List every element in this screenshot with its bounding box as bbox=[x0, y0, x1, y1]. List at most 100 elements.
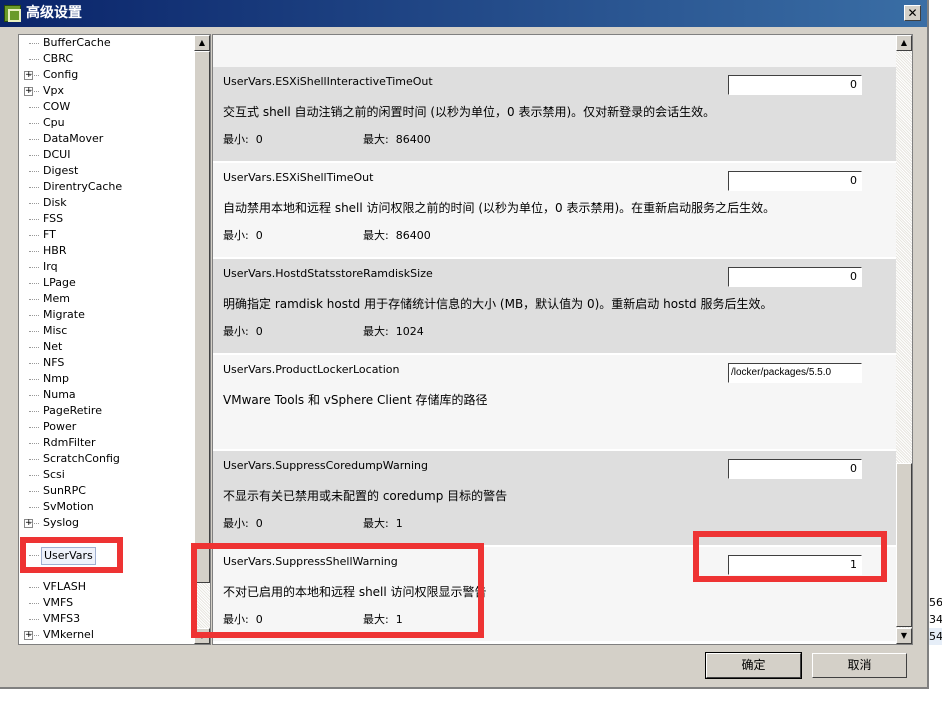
tree-item-label: Irq bbox=[43, 260, 58, 273]
max-value: 最大: 1024 bbox=[363, 325, 424, 338]
setting-value-input[interactable]: 0 bbox=[728, 267, 862, 287]
min-value: 最小: 0 bbox=[223, 133, 263, 146]
tree-item-label: NFS bbox=[43, 356, 65, 369]
tree-connector bbox=[29, 603, 39, 604]
highlight-box-uservars bbox=[20, 537, 123, 573]
tree-connector bbox=[29, 139, 39, 140]
tree-item-label: Cpu bbox=[43, 116, 65, 129]
bg-value: 54 bbox=[929, 628, 942, 645]
tree-item-label: DataMover bbox=[43, 132, 104, 145]
vsphere-app-icon bbox=[4, 5, 21, 22]
setting-name: UserVars.ESXiShellInteractiveTimeOut bbox=[223, 75, 433, 88]
tree-connector bbox=[29, 475, 39, 476]
tree-connector bbox=[29, 619, 39, 620]
tree-item-label: FT bbox=[43, 228, 56, 241]
bg-value: 56 bbox=[929, 596, 942, 609]
scroll-up-icon[interactable]: ▲ bbox=[896, 35, 912, 51]
tree-connector bbox=[29, 203, 39, 204]
tree-item-label: Misc bbox=[43, 324, 68, 337]
tree-item-label: Digest bbox=[43, 164, 79, 177]
close-button[interactable]: ✕ bbox=[904, 5, 921, 21]
panel-scrollbar[interactable]: ▲ ▼ bbox=[896, 35, 912, 644]
tree-item-label: BufferCache bbox=[43, 36, 111, 49]
tree-item-label: VMFS3 bbox=[43, 612, 81, 625]
tree-connector bbox=[29, 507, 39, 508]
setting-row: UserVars.ESXiShellInteractiveTimeOut 交互式 … bbox=[213, 67, 896, 161]
setting-value-input[interactable]: 0 bbox=[728, 75, 862, 95]
tree-item-label: Nmp bbox=[43, 372, 69, 385]
tree-connector bbox=[29, 43, 39, 44]
max-value: 最大: 1 bbox=[363, 517, 403, 530]
tree-connector bbox=[29, 347, 39, 348]
tree-item-label: LPage bbox=[43, 276, 76, 289]
tree-connector bbox=[29, 75, 39, 76]
setting-name: UserVars.ESXiShellTimeOut bbox=[223, 171, 374, 184]
tree-connector bbox=[29, 459, 39, 460]
scroll-up-icon[interactable]: ▲ bbox=[194, 35, 210, 51]
setting-description: 自动禁用本地和远程 shell 访问权限之前的时间 (以秒为单位，0 表示禁用)… bbox=[223, 201, 776, 215]
tree-item-label: COW bbox=[43, 100, 71, 113]
tree-connector bbox=[29, 171, 39, 172]
tree-item-label: RdmFilter bbox=[43, 436, 96, 449]
setting-description: 不显示有关已禁用或未配置的 coredump 目标的警告 bbox=[223, 489, 508, 503]
setting-row: UserVars.HostdStatsstoreRamdiskSize 明确指定 … bbox=[213, 259, 896, 353]
tree-item-label: VFLASH bbox=[43, 580, 87, 593]
setting-row: UserVars.ProductLockerLocation VMware Too… bbox=[213, 355, 896, 449]
tree-connector bbox=[29, 635, 39, 636]
tree-item-label: DCUI bbox=[43, 148, 71, 161]
ok-button[interactable]: 确定 bbox=[705, 652, 802, 679]
setting-value-input[interactable]: 0 bbox=[728, 459, 862, 479]
tree-connector bbox=[29, 123, 39, 124]
tree-connector bbox=[29, 283, 39, 284]
min-value: 最小: 0 bbox=[223, 517, 263, 530]
tree-connector bbox=[29, 379, 39, 380]
tree-connector bbox=[29, 587, 39, 588]
tree-connector bbox=[29, 267, 39, 268]
setting-name: UserVars.ProductLockerLocation bbox=[223, 363, 400, 376]
highlight-box-setting bbox=[191, 543, 484, 638]
bg-value: 34 bbox=[929, 613, 942, 626]
tree-item-label: VMkernel bbox=[43, 628, 94, 641]
tree-connector bbox=[29, 107, 39, 108]
tree-connector bbox=[29, 187, 39, 188]
setting-description: 明确指定 ramdisk hostd 用于存储统计信息的大小 (MB，默认值为 … bbox=[223, 297, 773, 311]
tree-connector bbox=[29, 299, 39, 300]
setting-row: UserVars.ESXiShellTimeOut 自动禁用本地和远程 shell… bbox=[213, 163, 896, 257]
scroll-down-icon[interactable]: ▼ bbox=[896, 628, 912, 644]
tree-item-label: Config bbox=[43, 68, 79, 81]
min-value: 最小: 0 bbox=[223, 229, 263, 242]
tree-connector bbox=[29, 155, 39, 156]
tree-scroll-thumb[interactable] bbox=[194, 51, 210, 583]
tree-connector bbox=[29, 331, 39, 332]
window-title: 高级设置 bbox=[26, 5, 82, 21]
background-window-values: 56 34 54 bbox=[929, 594, 942, 645]
max-value: 最大: 86400 bbox=[363, 229, 431, 242]
tree-connector bbox=[29, 251, 39, 252]
tree-connector bbox=[29, 491, 39, 492]
setting-value-input[interactable]: /locker/packages/5.5.0 bbox=[728, 363, 862, 383]
tree-connector bbox=[29, 443, 39, 444]
cancel-button[interactable]: 取消 bbox=[812, 653, 907, 678]
tree-item-label: VMFS bbox=[43, 596, 74, 609]
max-value: 最大: 86400 bbox=[363, 133, 431, 146]
setting-description: 交互式 shell 自动注销之前的闲置时间 (以秒为单位，0 表示禁用)。仅对新… bbox=[223, 105, 716, 119]
tree-connector bbox=[29, 315, 39, 316]
tree-item-label: PageRetire bbox=[43, 404, 102, 417]
tree-connector bbox=[29, 235, 39, 236]
tree-item-label: Scsi bbox=[43, 468, 65, 481]
tree-item-label: Vpx bbox=[43, 84, 65, 97]
tree-item-label: CBRC bbox=[43, 52, 74, 65]
highlight-box-value bbox=[693, 531, 887, 582]
tree-item-label: DirentryCache bbox=[43, 180, 123, 193]
tree-connector bbox=[29, 363, 39, 364]
setting-value-input[interactable]: 0 bbox=[728, 171, 862, 191]
setting-name: UserVars.HostdStatsstoreRamdiskSize bbox=[223, 267, 433, 280]
tree-item-label: Syslog bbox=[43, 516, 79, 529]
tree-item-label: SvMotion bbox=[43, 500, 94, 513]
tree-connector bbox=[29, 395, 39, 396]
panel-scroll-thumb[interactable] bbox=[896, 463, 912, 627]
tree-item-label: Mem bbox=[43, 292, 70, 305]
tree-connector bbox=[29, 219, 39, 220]
tree-connector bbox=[29, 91, 39, 92]
tree-item-label: Migrate bbox=[43, 308, 85, 321]
